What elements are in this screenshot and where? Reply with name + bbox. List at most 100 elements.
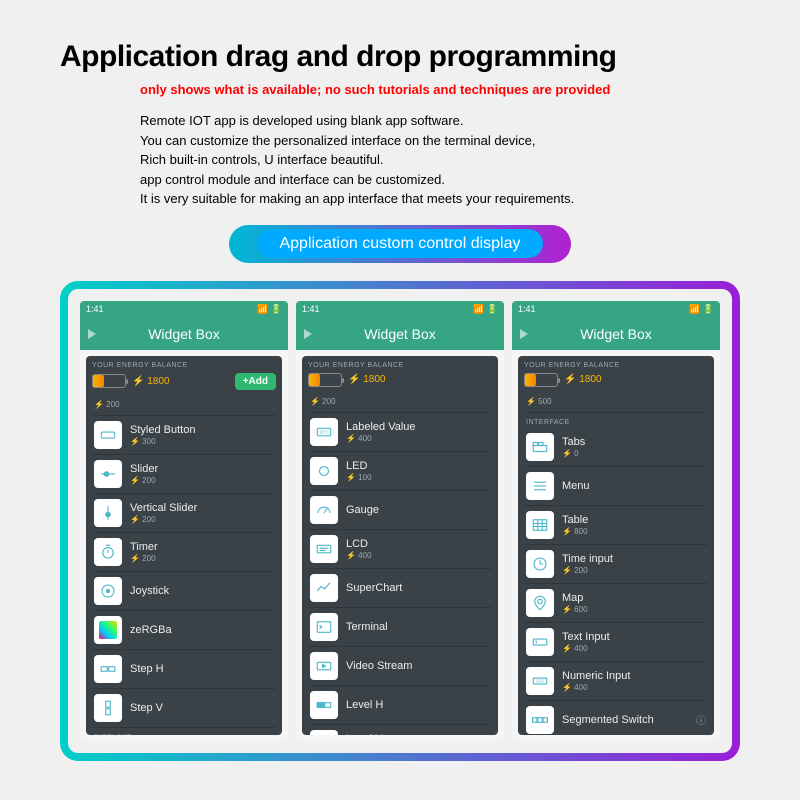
widget-name: Step V <box>130 702 274 714</box>
screen-title-bar: Widget Box <box>296 318 504 350</box>
widget-name: Text Input <box>562 631 706 643</box>
play-icon[interactable] <box>88 329 96 339</box>
chevron-icon: ⓘ <box>696 712 706 727</box>
widget-row[interactable]: zeRGBa <box>92 611 276 650</box>
widget-cost: ⚡ 200 <box>562 566 706 575</box>
widget-text: Slider ⚡ 200 <box>130 463 274 485</box>
widget-row[interactable]: Video Stream <box>308 647 492 686</box>
widget-name: SuperChart <box>346 582 490 594</box>
status-time: 1:41 <box>86 304 104 315</box>
map-icon <box>526 589 554 617</box>
widget-row[interactable]: Time input ⚡ 200 <box>524 545 708 584</box>
phone-screen-1: 1:41 📶 🔋 Widget Box YOUR ENERGY BALANCE … <box>80 301 288 741</box>
levelv-icon <box>310 730 338 735</box>
widget-text: Labeled Value ⚡ 400 <box>346 421 490 443</box>
widget-name: Map <box>562 592 706 604</box>
labeled-icon: 25°C <box>310 418 338 446</box>
gauge-icon <box>310 496 338 524</box>
widget-cost: ⚡ 400 <box>562 644 706 653</box>
widget-row[interactable]: Map ⚡ 600 <box>524 584 708 623</box>
section-label: DISPLAYS <box>94 734 276 735</box>
widget-row[interactable]: 25°C Labeled Value ⚡ 400 <box>308 413 492 452</box>
widget-cost: ⚡ 200 <box>130 515 274 524</box>
widget-row[interactable]: Slider ⚡ 200 <box>92 455 276 494</box>
widget-row[interactable]: Level V ⚡ 200 <box>308 725 492 735</box>
widget-text: Step V <box>130 702 274 714</box>
widget-row[interactable]: Menu <box>524 467 708 506</box>
balance-row: ⚡ 1800 <box>308 373 492 387</box>
widget-row[interactable]: Gauge <box>308 491 492 530</box>
widget-name: Table <box>562 514 706 526</box>
numeric-icon: 123 <box>526 667 554 695</box>
widget-text: LCD ⚡ 400 <box>346 538 490 560</box>
widget-row[interactable]: Segmented Switch ⓘ <box>524 701 708 735</box>
widget-name: Slider <box>130 463 274 475</box>
widget-text: Text Input ⚡ 400 <box>562 631 706 653</box>
chart-icon <box>310 574 338 602</box>
play-icon[interactable] <box>304 329 312 339</box>
widget-panel[interactable]: YOUR ENERGY BALANCE ⚡ 1800 ⚡ 500INTERFAC… <box>518 356 714 735</box>
widget-name: Styled Button <box>130 424 274 436</box>
widget-name: Numeric Input <box>562 670 706 682</box>
widget-row[interactable]: Tabs ⚡ 0 <box>524 428 708 467</box>
screen-title-bar: Widget Box <box>80 318 288 350</box>
widget-row[interactable]: Terminal <box>308 608 492 647</box>
widget-row[interactable]: Step V <box>92 689 276 728</box>
widget-text: LED ⚡ 100 <box>346 460 490 482</box>
widget-name: Gauge <box>346 504 490 516</box>
widget-text: Level V ⚡ 200 <box>346 733 490 735</box>
status-time: 1:41 <box>518 304 536 315</box>
widget-name: Joystick <box>130 585 274 597</box>
widget-row[interactable]: Level H <box>308 686 492 725</box>
prev-widget-cost: ⚡ 200 <box>308 395 492 413</box>
widget-row[interactable]: Joystick <box>92 572 276 611</box>
widget-row[interactable]: Timer ⚡ 200 <box>92 533 276 572</box>
widget-row[interactable]: Step H <box>92 650 276 689</box>
widget-name: Step H <box>130 663 274 675</box>
pill-label: Application custom control display <box>257 229 542 258</box>
showcase-frame: 1:41 📶 🔋 Widget Box YOUR ENERGY BALANCE … <box>60 281 740 761</box>
widget-cost: ⚡ 300 <box>130 437 274 446</box>
widget-text: Timer ⚡ 200 <box>130 541 274 563</box>
button-icon <box>94 421 122 449</box>
widget-row[interactable]: Vertical Slider ⚡ 200 <box>92 494 276 533</box>
widget-text: Tabs ⚡ 0 <box>562 436 706 458</box>
widget-row[interactable]: Styled Button ⚡ 300 <box>92 416 276 455</box>
battery-icon <box>524 373 558 387</box>
widget-panel[interactable]: YOUR ENERGY BALANCE ⚡ 1800 ⚡ 200 25°C La… <box>302 356 498 735</box>
video-icon <box>310 652 338 680</box>
add-button[interactable]: +Add <box>235 373 276 390</box>
lcd-icon <box>310 535 338 563</box>
tabs-icon <box>526 433 554 461</box>
prev-widget-cost: ⚡ 200 <box>92 398 276 416</box>
levelh-icon <box>310 691 338 719</box>
widget-name: Video Stream <box>346 660 490 672</box>
status-bar: 1:41 📶 🔋 <box>80 301 288 318</box>
widget-cost: ⚡ 600 <box>562 605 706 614</box>
widget-row[interactable]: LED ⚡ 100 <box>308 452 492 491</box>
widget-row[interactable]: 123 Numeric Input ⚡ 400 <box>524 662 708 701</box>
widget-text: Gauge <box>346 504 490 516</box>
joystick-icon <box>94 577 122 605</box>
play-icon[interactable] <box>520 329 528 339</box>
widget-name: zeRGBa <box>130 624 274 636</box>
status-bar: 1:41 📶 🔋 <box>512 301 720 318</box>
zebra-icon <box>94 616 122 644</box>
widget-row[interactable]: LCD ⚡ 400 <box>308 530 492 569</box>
status-bar: 1:41 📶 🔋 <box>296 301 504 318</box>
balance-amount: ⚡ 1800 <box>348 374 385 385</box>
led-icon <box>310 457 338 485</box>
widget-cost: ⚡ 200 <box>130 476 274 485</box>
pill-container: Application custom control display <box>60 225 740 263</box>
widget-text: Map ⚡ 600 <box>562 592 706 614</box>
widget-row[interactable]: Text Input ⚡ 400 <box>524 623 708 662</box>
screen-title: Widget Box <box>148 326 220 342</box>
widget-panel[interactable]: YOUR ENERGY BALANCE ⚡ 1800 +Add ⚡ 200 St… <box>86 356 282 735</box>
battery-icon <box>308 373 342 387</box>
widget-row[interactable]: Table ⚡ 800 <box>524 506 708 545</box>
terminal-icon <box>310 613 338 641</box>
widget-row[interactable]: SuperChart <box>308 569 492 608</box>
screen-title: Widget Box <box>364 326 436 342</box>
widget-text: zeRGBa <box>130 624 274 636</box>
table-icon <box>526 511 554 539</box>
